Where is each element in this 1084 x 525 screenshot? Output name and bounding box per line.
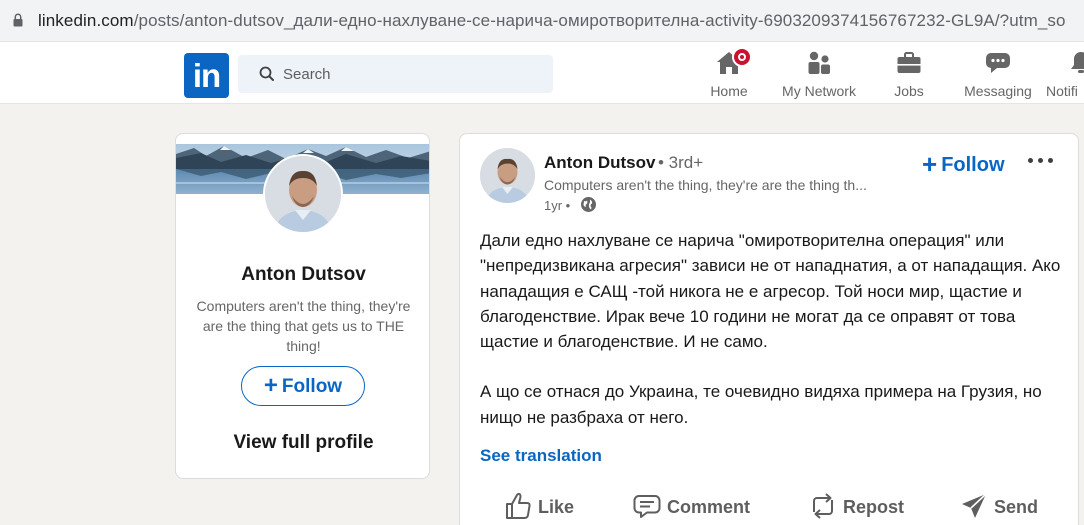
post-paragraph: Дали едно нахлуване се нарича "омиротвор… bbox=[480, 231, 1061, 352]
search-bar[interactable]: Search bbox=[238, 55, 553, 93]
more-options-icon[interactable] bbox=[1028, 150, 1056, 170]
bell-icon bbox=[1071, 52, 1084, 73]
post-author-name[interactable]: Anton Dutsov bbox=[544, 153, 655, 173]
nav-item-messaging[interactable]: Messaging bbox=[960, 50, 1036, 104]
send-icon bbox=[962, 493, 987, 518]
search-placeholder: Search bbox=[283, 66, 331, 83]
post-follow-button[interactable]: + Follow bbox=[922, 149, 1005, 180]
briefcase-icon bbox=[897, 52, 921, 73]
view-full-profile-link[interactable]: View full profile bbox=[176, 432, 429, 454]
nav-label-jobs: Jobs bbox=[894, 83, 924, 99]
profile-follow-label: Follow bbox=[281, 376, 343, 397]
profile-tagline: Computers aren't the thing, they're are … bbox=[196, 298, 411, 354]
post-follow-label: Follow bbox=[941, 154, 1005, 176]
like-label: Like bbox=[538, 497, 575, 517]
url-text[interactable]: linkedin.com/posts/anton-dutsov_дали-едн… bbox=[38, 11, 1066, 31]
send-label: Send bbox=[994, 497, 1039, 517]
connection-degree: • 3rd+ bbox=[658, 153, 704, 172]
repost-icon bbox=[813, 493, 833, 519]
profile-card: Anton Dutsov Computers aren't the thing,… bbox=[175, 133, 430, 479]
post-body: Дали едно нахлуване се нарича "омиротвор… bbox=[480, 228, 1065, 430]
url-path: /posts/anton-dutsov_дали-едно-нахлуване-… bbox=[133, 11, 1066, 30]
nav-label-messaging: Messaging bbox=[964, 83, 1032, 99]
profile-avatar[interactable] bbox=[263, 154, 343, 234]
search-icon bbox=[259, 66, 274, 81]
nav-item-home[interactable]: Home bbox=[707, 47, 752, 104]
plus-icon: + bbox=[922, 149, 938, 179]
nav-label-notifications: Notifi bbox=[1046, 83, 1078, 99]
repost-label: Repost bbox=[843, 497, 905, 517]
nav-item-my-network[interactable]: My Network bbox=[776, 50, 862, 104]
url-host: linkedin.com bbox=[38, 11, 134, 30]
plus-icon: + bbox=[263, 372, 278, 399]
globe-icon bbox=[581, 197, 596, 212]
post-time: 1yr • bbox=[544, 198, 571, 213]
post-paragraph: А що се отнася до Украина, те очевидно в… bbox=[480, 382, 1042, 427]
comment-icon bbox=[633, 495, 661, 518]
post-author-avatar[interactable] bbox=[480, 148, 535, 203]
lock-icon bbox=[13, 13, 23, 27]
nav-label-my-network: My Network bbox=[782, 83, 856, 99]
people-icon bbox=[808, 51, 830, 74]
comment-label: Comment bbox=[667, 497, 751, 517]
linkedin-logo[interactable]: in bbox=[184, 53, 229, 98]
nav-item-notifications[interactable]: Notifi bbox=[1046, 50, 1084, 104]
nav-label-home: Home bbox=[710, 83, 748, 99]
see-translation-link[interactable]: See translation bbox=[480, 446, 602, 466]
thumbs-up-icon bbox=[506, 492, 531, 519]
notification-badge bbox=[732, 47, 752, 67]
top-nav: in Search Home My Network Jobs Messaging… bbox=[0, 42, 1084, 104]
chat-icon bbox=[986, 53, 1010, 73]
post-card: Anton Dutsov • 3rd+ Computers aren't the… bbox=[459, 133, 1079, 525]
post-actions: Like Comment Repost Send bbox=[460, 489, 1078, 525]
profile-follow-button[interactable]: + Follow bbox=[241, 366, 365, 406]
browser-url-bar[interactable]: linkedin.com/posts/anton-dutsov_дали-едн… bbox=[0, 0, 1084, 42]
profile-name[interactable]: Anton Dutsov bbox=[176, 264, 429, 286]
post-author-tagline: Computers aren't the thing, they're are … bbox=[544, 177, 867, 193]
nav-item-jobs[interactable]: Jobs bbox=[887, 50, 931, 104]
